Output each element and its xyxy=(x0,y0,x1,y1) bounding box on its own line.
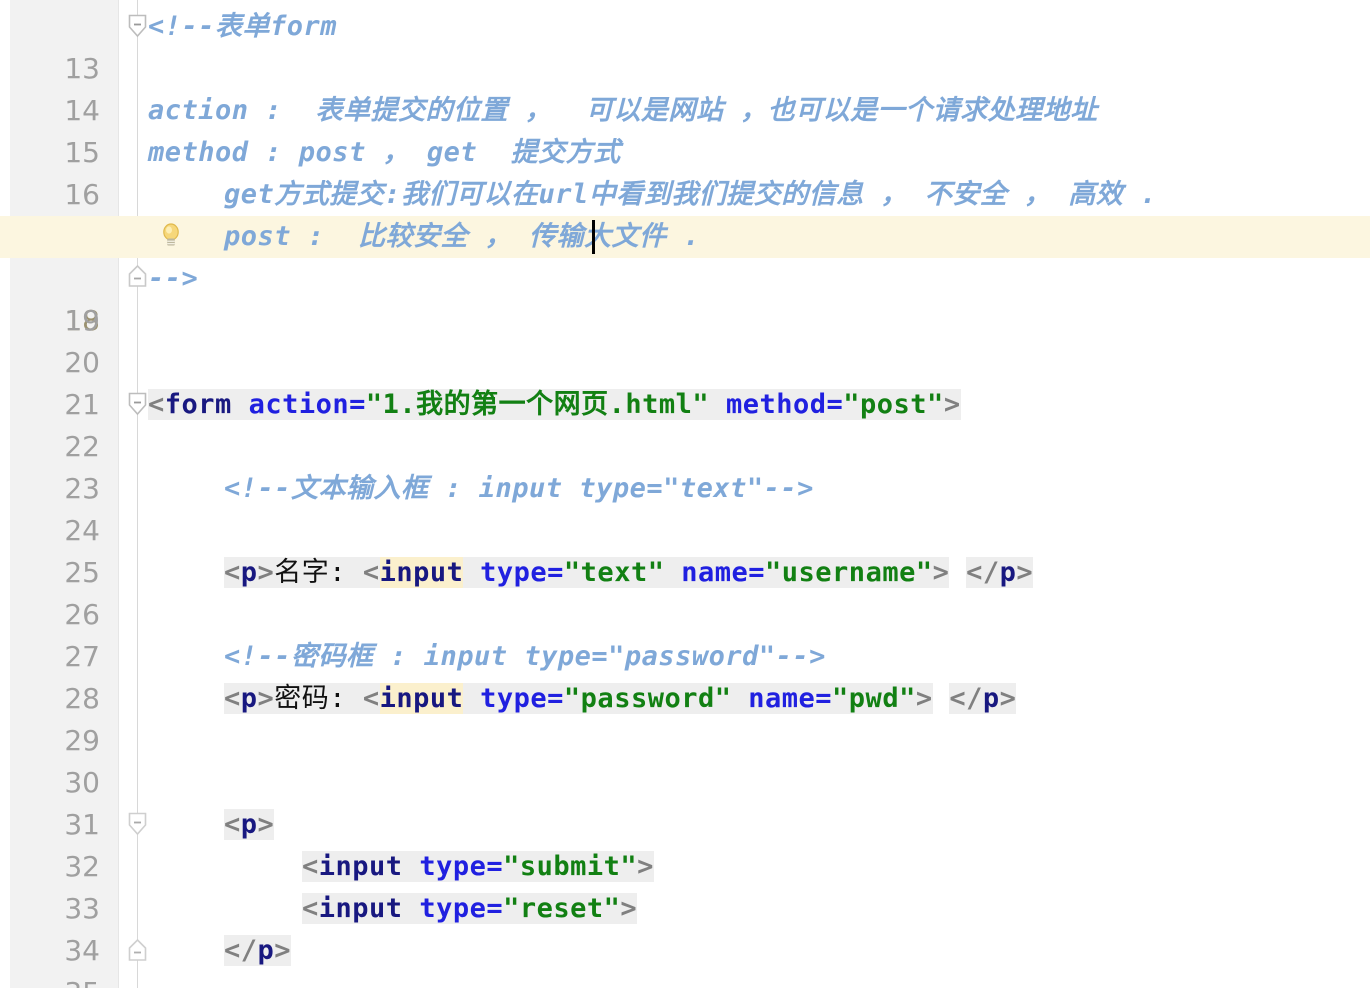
tag-name-token: input xyxy=(318,893,403,924)
angle-bracket-token: > xyxy=(257,557,275,588)
angle-bracket-token: </ xyxy=(949,683,983,714)
string-value-token: "password" xyxy=(563,683,732,714)
editor-line[interactable]: 33 <input type="submit"> xyxy=(0,846,1370,925)
tag-name-token: p xyxy=(240,683,258,714)
tag-name-token: input xyxy=(318,851,403,882)
comment-token: post : 比较安全 ， 传输大文件 . xyxy=(224,221,701,252)
editor-line[interactable]: 26 <p>名字: <input type="text" name="usern… xyxy=(0,552,1370,631)
angle-bracket-token: > xyxy=(932,557,950,588)
editor-line[interactable]: 34 <input type="reset"> xyxy=(0,888,1370,967)
editor-line[interactable]: 36 xyxy=(0,972,1370,988)
equals-token: = xyxy=(486,851,504,882)
angle-bracket-token: < xyxy=(362,683,380,714)
tag-name-token: form xyxy=(164,389,232,420)
string-value-token: "username" xyxy=(765,557,933,588)
string-value-token: "text" xyxy=(563,557,665,588)
tag-name-token: p xyxy=(999,557,1017,588)
comment-token: method : post ， get 提交方式 xyxy=(148,137,621,168)
text-content-token: 名字: xyxy=(274,557,363,588)
angle-bracket-token: > xyxy=(999,683,1017,714)
fold-collapse-icon[interactable] xyxy=(126,14,149,40)
tag-name-token: p xyxy=(257,935,275,966)
angle-bracket-token: > xyxy=(637,851,654,882)
text-content-token: 密码: xyxy=(274,683,363,714)
equals-token: = xyxy=(815,683,833,714)
editor-line[interactable]: 25 xyxy=(0,510,1370,589)
angle-bracket-token: < xyxy=(302,851,319,882)
editor-line[interactable]: 17 get方式提交:我们可以在url中看到我们提交的信息 ， 不安全 ， 高效… xyxy=(0,174,1370,253)
angle-bracket-token: < xyxy=(148,389,165,420)
attribute-name-token: type xyxy=(480,683,548,714)
angle-bracket-token: > xyxy=(620,893,638,924)
tag-name-token-highlighted: input xyxy=(379,683,464,714)
angle-bracket-token: < xyxy=(302,893,319,924)
editor-line[interactable]: 21 xyxy=(0,342,1370,421)
angle-bracket-token: < xyxy=(224,683,241,714)
editor-line[interactable]: 30 xyxy=(0,720,1370,799)
editor-line[interactable]: 16 method : post ， get 提交方式 xyxy=(0,132,1370,211)
fold-end-icon[interactable] xyxy=(126,264,149,290)
editor-line[interactable]: 24 <!--文本输入框 : input type="text"--> xyxy=(0,468,1370,547)
angle-bracket-token: > xyxy=(257,809,275,840)
tag-name-token: p xyxy=(982,683,1000,714)
editor-line-current[interactable]: 18 post : 比较安全 ， 传输大文件 . xyxy=(0,216,1370,337)
equals-token: = xyxy=(547,557,564,588)
comment-token: --> xyxy=(148,263,199,294)
editor-line[interactable]: 14 xyxy=(0,48,1370,127)
editor-line[interactable]: 31 xyxy=(0,762,1370,841)
tag-name-token: p xyxy=(240,557,258,588)
attribute-name-token: name xyxy=(681,557,749,588)
equals-token: = xyxy=(826,389,844,420)
tag-name-token: p xyxy=(240,809,258,840)
comment-token: get方式提交:我们可以在url中看到我们提交的信息 ， 不安全 ， 高效 . xyxy=(224,179,1157,210)
attribute-name-token: type xyxy=(419,851,487,882)
equals-token: = xyxy=(486,893,504,924)
editor-line[interactable]: 22 <form action="1.我的第一个网页.html" method=… xyxy=(0,384,1370,463)
text-caret xyxy=(592,220,595,254)
string-value-token: "pwd" xyxy=(832,683,916,714)
editor-line[interactable]: 35 </p> xyxy=(0,930,1370,988)
equals-token: = xyxy=(349,389,366,420)
angle-bracket-token: </ xyxy=(966,557,1000,588)
angle-bracket-token: > xyxy=(274,935,292,966)
fold-collapse-icon[interactable] xyxy=(126,812,149,838)
editor-line[interactable]: 13 <!--表单form xyxy=(0,6,1370,85)
string-value-token: "post" xyxy=(843,389,944,420)
editor-line[interactable]: 15 action : 表单提交的位置 ， 可以是网站 ，也可以是一个请求处理地… xyxy=(0,90,1370,169)
editor-line[interactable]: 23 xyxy=(0,426,1370,505)
editor-line[interactable]: 27 xyxy=(0,594,1370,673)
string-value-token: "1.我的第一个网页.html" xyxy=(365,389,710,420)
equals-token: = xyxy=(748,557,766,588)
editor-line[interactable]: 29 <p>密码: <input type="password" name="p… xyxy=(0,678,1370,757)
comment-token: <!--文本输入框 : input type="text"--> xyxy=(224,473,814,504)
string-value-token: "submit" xyxy=(503,851,638,882)
attribute-name-token: action xyxy=(248,389,350,420)
editor-line[interactable]: 19 --> xyxy=(0,258,1370,337)
angle-bracket-token: > xyxy=(1016,557,1034,588)
attribute-name-token: name xyxy=(748,683,816,714)
tag-name-token-highlighted: input xyxy=(379,557,464,588)
angle-bracket-token: > xyxy=(943,389,961,420)
comment-token: action : 表单提交的位置 ， 可以是网站 ，也可以是一个请求处理地址 xyxy=(148,95,1098,126)
attribute-name-token: type xyxy=(480,557,548,588)
equals-token: = xyxy=(547,683,564,714)
comment-token: <!--表单form xyxy=(148,11,338,42)
editor-line[interactable]: 20 xyxy=(0,300,1370,379)
angle-bracket-token: </ xyxy=(224,935,258,966)
editor-line[interactable]: 28 <!--密码框 : input type="password"--> xyxy=(0,636,1370,715)
lightbulb-icon[interactable] xyxy=(158,222,184,250)
angle-bracket-token: > xyxy=(257,683,275,714)
code-editor-pane[interactable]: 13 <!--表单form 14 15 action : 表单提交的位置 ， 可… xyxy=(0,0,1370,988)
attribute-name-token: method xyxy=(725,389,827,420)
editor-line[interactable]: 32 <p> xyxy=(0,804,1370,883)
string-value-token: "reset" xyxy=(503,893,621,924)
attribute-name-token: type xyxy=(419,893,487,924)
angle-bracket-token: < xyxy=(224,557,241,588)
comment-token: <!--密码框 : input type="password"--> xyxy=(224,641,826,672)
angle-bracket-token: < xyxy=(362,557,380,588)
angle-bracket-token: < xyxy=(224,809,241,840)
fold-collapse-icon[interactable] xyxy=(126,392,149,418)
fold-end-icon[interactable] xyxy=(126,938,149,964)
angle-bracket-token: > xyxy=(915,683,933,714)
